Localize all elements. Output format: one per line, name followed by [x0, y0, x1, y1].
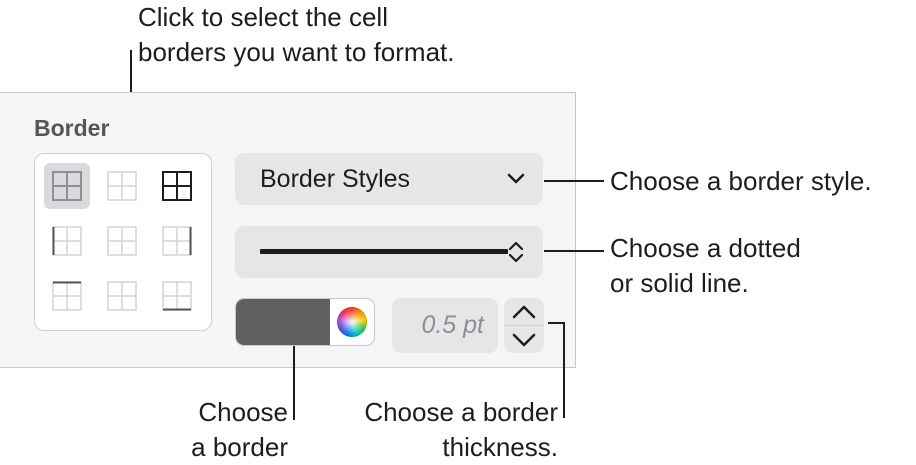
leader-thickness-vertical — [563, 322, 565, 418]
callout-border-color-line1: Choose — [198, 397, 288, 427]
border-thickness-value: 0.5 pt — [421, 311, 484, 339]
callout-select-cells: Click to select the cell borders you wan… — [138, 0, 454, 70]
callout-line-type-line2: or solid line. — [610, 268, 749, 298]
thickness-decrease-button[interactable] — [504, 326, 544, 353]
outside-borders-button[interactable] — [154, 163, 200, 209]
callout-select-cells-line1: Click to select the cell — [138, 2, 388, 32]
callout-select-cells-line2: borders you want to format. — [138, 37, 455, 67]
leader-border-color — [293, 346, 295, 420]
border-selector — [34, 153, 212, 331]
top-border-icon — [52, 281, 82, 311]
callout-thickness-line1: Choose a border — [364, 397, 558, 427]
callout-border-style: Choose a border style. — [610, 166, 872, 196]
vertical-inside-border-button[interactable] — [99, 218, 145, 264]
border-thickness-field[interactable]: 0.5 pt — [392, 298, 498, 353]
callout-border-color-line2: a border — [191, 432, 288, 462]
inside-borders-icon — [107, 171, 137, 201]
callout-line-type: Choose a dotted or solid line. — [610, 231, 801, 301]
horizontal-inside-border-icon — [107, 281, 137, 311]
border-color-well[interactable] — [235, 298, 375, 346]
horizontal-inside-border-button[interactable] — [99, 273, 145, 319]
vertical-inside-border-icon — [107, 226, 137, 256]
all-borders-button[interactable] — [44, 163, 90, 209]
bottom-border-icon — [162, 281, 192, 311]
border-color-swatch[interactable] — [236, 299, 330, 345]
inside-borders-button[interactable] — [99, 163, 145, 209]
line-type-popup[interactable] — [235, 226, 543, 278]
bottom-border-button[interactable] — [154, 273, 200, 319]
callout-line-type-line1: Choose a dotted — [610, 233, 801, 263]
color-wheel-icon[interactable] — [337, 307, 367, 337]
left-border-button[interactable] — [44, 218, 90, 264]
all-borders-icon — [52, 171, 82, 201]
callout-border-color: Choose a border — [150, 395, 288, 465]
chevron-down-icon — [507, 173, 525, 184]
right-border-button[interactable] — [154, 218, 200, 264]
right-border-icon — [162, 226, 192, 256]
solid-line-sample — [260, 249, 508, 254]
leader-line-type — [544, 250, 604, 252]
thickness-increase-button[interactable] — [504, 298, 544, 325]
thickness-stepper — [504, 298, 544, 353]
border-styles-popup[interactable]: Border Styles — [235, 153, 543, 205]
section-title: Border — [34, 115, 110, 141]
leader-border-style — [544, 180, 604, 182]
callout-thickness: Choose a border thickness. — [330, 395, 558, 465]
left-border-icon — [52, 226, 82, 256]
top-border-button[interactable] — [44, 273, 90, 319]
callout-thickness-line2: thickness. — [442, 432, 558, 462]
border-styles-label: Border Styles — [260, 165, 411, 193]
chevron-up-icon — [512, 305, 536, 318]
outside-borders-icon — [162, 171, 192, 201]
chevron-down-icon — [512, 333, 536, 346]
up-down-chevron-icon — [508, 241, 524, 263]
